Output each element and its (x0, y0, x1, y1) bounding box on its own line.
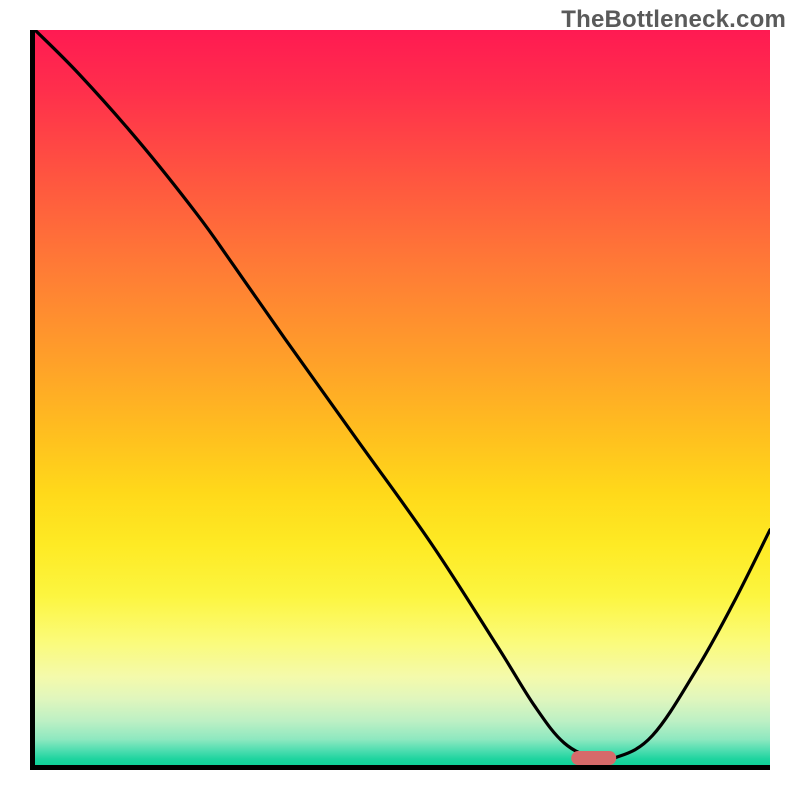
plot-area (30, 30, 770, 770)
bottleneck-curve (35, 30, 770, 765)
chart-canvas: TheBottleneck.com (0, 0, 800, 800)
optimal-marker (571, 751, 617, 765)
